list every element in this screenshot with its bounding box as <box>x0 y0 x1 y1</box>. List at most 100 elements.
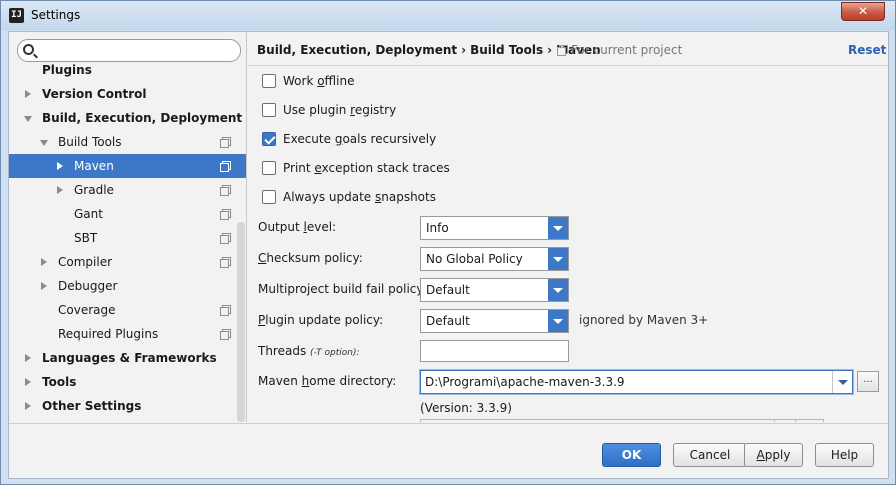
maven-home-label: Maven home directory: <box>258 374 397 388</box>
threads-label: Threads (-T option): <box>258 344 360 358</box>
threads-input[interactable] <box>420 340 569 362</box>
project-scope-icon <box>220 329 231 340</box>
use-plugin-registry-checkbox[interactable] <box>262 103 276 117</box>
reset-link[interactable]: Reset <box>848 43 886 57</box>
plugin-update-policy-select[interactable]: Default <box>420 309 569 333</box>
title-bar[interactable]: IJ Settings ✕ <box>1 1 895 30</box>
plugin-update-policy-note: ignored by Maven 3+ <box>579 313 709 327</box>
expand-arrow-icon[interactable] <box>25 354 31 362</box>
tree-item-label: Compiler <box>58 255 113 269</box>
cancel-button[interactable]: Cancel <box>673 443 747 467</box>
expand-arrow-icon[interactable] <box>57 162 63 170</box>
checksum-policy-label: Checksum policy: <box>258 251 363 265</box>
browse-button[interactable]: ... <box>857 371 879 392</box>
multiproject-fail-policy-label: Multiproject build fail policy: <box>258 282 427 296</box>
tree-item-maven[interactable]: Maven <box>9 154 246 178</box>
collapse-arrow-icon[interactable] <box>40 140 48 146</box>
breadcrumb-build-tools: Build Tools <box>470 43 544 57</box>
use-plugin-registry-label: Use plugin registry <box>283 103 397 117</box>
chevron-down-icon[interactable] <box>832 371 852 393</box>
window-title: Settings <box>31 8 81 22</box>
plugin-update-policy-label: Plugin update policy: <box>258 313 384 327</box>
close-window-button[interactable]: ✕ <box>841 2 885 21</box>
expand-arrow-icon[interactable] <box>41 258 47 266</box>
tree-item-other-settings[interactable]: Other Settings <box>9 394 246 418</box>
expand-arrow-icon[interactable] <box>25 402 31 410</box>
collapse-arrow-icon[interactable] <box>24 116 32 122</box>
checksum-policy-select[interactable]: No Global Policy <box>420 247 569 271</box>
tree-item-label: Build Tools <box>58 135 122 149</box>
breadcrumb-separator: › <box>547 43 553 57</box>
tree-item-label: Version Control <box>42 87 147 101</box>
search-icon <box>23 44 34 55</box>
chevron-down-icon[interactable] <box>548 310 568 332</box>
tree-item-build-execution-deployment[interactable]: Build, Execution, Deployment <box>9 106 246 130</box>
tree-item-label: Maven <box>74 159 114 173</box>
work-offline-checkbox[interactable] <box>262 74 276 88</box>
multiproject-fail-policy-select[interactable]: Default <box>420 278 569 302</box>
tree-item-version-control[interactable]: Version Control <box>9 82 246 106</box>
tree-item-languages-frameworks[interactable]: Languages & Frameworks <box>9 346 246 370</box>
project-scope-icon <box>220 305 231 316</box>
print-exception-checkbox[interactable] <box>262 161 276 175</box>
dialog-footer: OK Cancel Apply Help <box>9 423 888 478</box>
tree-item-label: Build, Execution, Deployment <box>42 111 243 125</box>
maven-home-value: D:\Programi\apache-maven-3.3.9 <box>425 375 625 389</box>
header-divider <box>248 65 888 66</box>
tree-item-label: Other Settings <box>42 399 142 413</box>
tree-item-tools[interactable]: Tools <box>9 370 246 394</box>
intellij-app-icon: IJ <box>9 8 24 23</box>
project-scope-icon <box>220 257 231 268</box>
expand-arrow-icon[interactable] <box>57 186 63 194</box>
tree-item-label: Coverage <box>58 303 116 317</box>
expand-arrow-icon[interactable] <box>25 90 31 98</box>
project-scope-icon <box>220 233 231 244</box>
dialog-client-area: Plugins Version Control Build, Execution… <box>8 31 889 479</box>
breadcrumb-separator: › <box>461 43 467 57</box>
tree-item-plugins[interactable]: Plugins <box>9 58 246 82</box>
project-scope-icon <box>220 185 231 196</box>
settings-window: IJ Settings ✕ Plugins Version Control Bu… <box>0 0 896 485</box>
checksum-policy-value: No Global Policy <box>426 252 523 266</box>
chevron-down-icon[interactable] <box>548 217 568 239</box>
tree-item-gradle[interactable]: Gradle <box>9 178 246 202</box>
tree-item-sbt[interactable]: SBT <box>9 226 246 250</box>
maven-version-text: (Version: 3.3.9) <box>420 401 512 415</box>
scope-note: For current project <box>557 43 682 57</box>
project-scope-icon <box>220 209 231 220</box>
expand-arrow-icon[interactable] <box>25 378 31 386</box>
scope-label: For current project <box>571 43 683 57</box>
tree-item-label: Languages & Frameworks <box>42 351 217 365</box>
plugin-update-policy-value: Default <box>426 314 470 328</box>
ok-button[interactable]: OK <box>602 443 661 467</box>
tree-item-gant[interactable]: Gant <box>9 202 246 226</box>
always-update-snapshots-checkbox[interactable] <box>262 190 276 204</box>
tree-item-coverage[interactable]: Coverage <box>9 298 246 322</box>
output-level-label: Output level: <box>258 220 337 234</box>
execute-goals-recursively-label: Execute goals recursively <box>283 132 437 146</box>
tree-item-label: Debugger <box>58 279 118 293</box>
help-button[interactable]: Help <box>815 443 874 467</box>
output-level-select[interactable]: Info <box>420 216 569 240</box>
tree-item-compiler[interactable]: Compiler <box>9 250 246 274</box>
project-scope-icon <box>220 137 231 148</box>
project-scope-icon <box>557 45 568 56</box>
chevron-down-icon[interactable] <box>548 248 568 270</box>
project-scope-icon <box>220 161 231 172</box>
tree-item-label: Plugins <box>42 63 92 77</box>
next-field-partial <box>774 419 796 422</box>
tree-item-label: Tools <box>42 375 77 389</box>
execute-goals-recursively-checkbox[interactable] <box>262 132 276 146</box>
chevron-down-icon[interactable] <box>548 279 568 301</box>
expand-arrow-icon[interactable] <box>41 282 47 290</box>
multiproject-fail-policy-value: Default <box>426 283 470 297</box>
apply-button[interactable]: Apply <box>744 443 803 467</box>
next-field-partial <box>420 419 824 422</box>
tree-item-required-plugins[interactable]: Required Plugins <box>9 322 246 346</box>
sidebar-scrollbar[interactable] <box>237 222 245 422</box>
tree-item-debugger[interactable]: Debugger <box>9 274 246 298</box>
print-exception-label: Print exception stack traces <box>283 161 450 175</box>
maven-home-select[interactable]: D:\Programi\apache-maven-3.3.9 <box>420 370 853 394</box>
tree-item-build-tools[interactable]: Build Tools <box>9 130 246 154</box>
search-input[interactable] <box>40 42 236 59</box>
